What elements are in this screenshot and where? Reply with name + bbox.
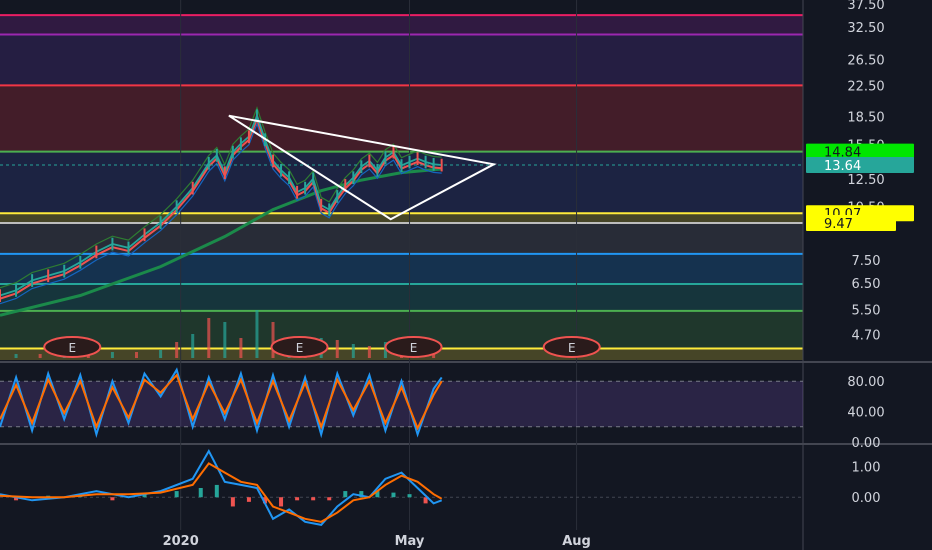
earnings-label: E [68, 341, 76, 355]
macd-axis-tick: 1.00 [852, 460, 881, 475]
price-axis-tick: 7.50 [852, 254, 881, 269]
volume-bar [38, 354, 42, 358]
price-axis-tick: 22.50 [847, 79, 884, 94]
time-axis-tick: 2020 [163, 534, 199, 549]
macd-histogram-bar [246, 497, 251, 502]
volume-bar [175, 342, 179, 358]
price-axis-tick: 37.50 [847, 0, 884, 13]
price-axis-tick: 26.50 [847, 53, 884, 68]
volume-bar [207, 318, 211, 358]
earnings-marker: E [270, 336, 329, 358]
macd-histogram-bar [407, 494, 412, 498]
macd-histogram-bar [279, 497, 284, 507]
macd-histogram-bar [230, 497, 235, 507]
volume-bar [110, 352, 114, 358]
macd-histogram-bar [295, 497, 300, 501]
macd-histogram-bar [391, 492, 396, 498]
volume-bar [271, 322, 275, 358]
price-tag: 9.47 [806, 214, 896, 232]
price-band-2 [0, 85, 803, 152]
volume-bar [335, 340, 339, 358]
price-axis-tick: 32.50 [847, 21, 884, 36]
earnings-label: E [568, 341, 576, 355]
price-axis-tick: 4.70 [852, 328, 881, 343]
macd-histogram-bar [198, 488, 203, 498]
price-bands [0, 14, 803, 360]
volume-bar [223, 322, 227, 358]
volume-bar [367, 346, 371, 358]
earnings-marker: E [384, 336, 443, 358]
price-axis-tick: 5.50 [852, 303, 881, 318]
price-band-7 [0, 284, 803, 311]
price-band-0 [0, 15, 803, 35]
stoch-axis-tick: 80.00 [847, 375, 884, 390]
stoch-axis-tick: 40.00 [847, 406, 884, 421]
price-tag-label: 9.47 [824, 217, 853, 232]
macd-axis-tick: 0.00 [852, 491, 881, 506]
price-axis-tick: 12.50 [847, 173, 884, 188]
macd-histogram-bar [174, 491, 179, 498]
volume-bar [14, 354, 18, 358]
macd-histogram-bar [327, 497, 332, 501]
macd-histogram-bar [214, 484, 219, 498]
earnings-label: E [410, 341, 418, 355]
macd-histogram-bar [110, 497, 115, 501]
price-tag-label: 13.64 [824, 159, 861, 174]
time-axis-tick: May [395, 534, 425, 549]
earnings-marker: E [542, 336, 601, 358]
volume-bar [191, 334, 195, 358]
volume-bar [351, 344, 355, 358]
earnings-label: E [296, 341, 304, 355]
volume-bar [239, 338, 243, 358]
price-band-4 [0, 213, 803, 223]
price-axis-tick: 6.50 [852, 277, 881, 292]
price-tag: 13.64 [806, 156, 914, 174]
price-band-1 [0, 34, 803, 86]
trading-chart[interactable]: EEEE 37.5032.5026.5022.5018.5015.5012.50… [0, 0, 932, 550]
volume-bar [159, 350, 163, 358]
price-axis-tick: 18.50 [847, 111, 884, 126]
volume-bar [255, 310, 259, 358]
time-axis-tick: Aug [562, 534, 591, 549]
macd-histogram-bar [343, 491, 348, 498]
volume-bar [135, 352, 139, 358]
earnings-marker: E [43, 336, 102, 358]
macd-histogram-bar [311, 497, 316, 501]
stoch-axis-tick: 0.00 [852, 436, 881, 451]
